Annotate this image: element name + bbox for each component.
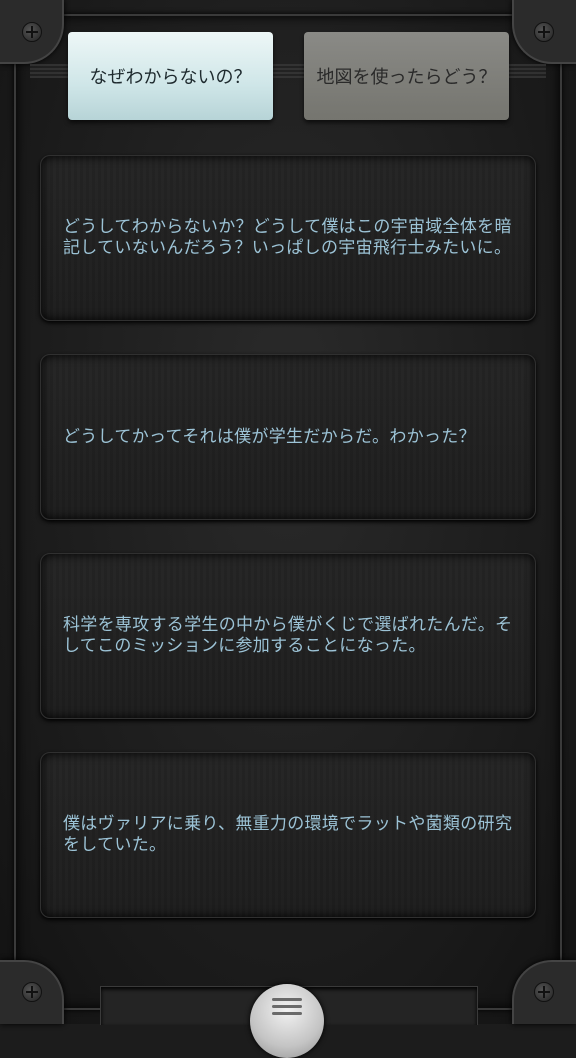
- screw-icon: [22, 982, 42, 1002]
- dialog-text: 科学を専攻する学生の中から僕がくじで選ばれたんだ。そしてこのミッションに参加する…: [63, 615, 513, 656]
- dialog-text: どうしてわからないか？どうして僕はこの宇宙域全体を暗記していないんだろう？いっぱ…: [63, 217, 512, 258]
- dialog-text: 僕はヴァリアに乗り、無重力の環境でラットや菌類の研究をしていた。: [63, 814, 513, 855]
- dialog-panel: 科学を専攻する学生の中から僕がくじで選ばれたんだ。そしてこのミッションに参加する…: [40, 553, 536, 719]
- screw-icon: [534, 982, 554, 1002]
- hamburger-icon: [272, 998, 302, 1001]
- screw-icon: [22, 22, 42, 42]
- dialog-panel: 僕はヴァリアに乗り、無重力の環境でラットや菌類の研究をしていた。: [40, 752, 536, 918]
- dialog-text: どうしてかってそれは僕が学生だからだ。わかった？: [63, 426, 476, 447]
- screw-icon: [534, 22, 554, 42]
- dialog-panel: どうしてかってそれは僕が学生だからだ。わかった？: [40, 354, 536, 520]
- choice-button-use-map[interactable]: 地図を使ったらどう？: [304, 32, 509, 120]
- menu-button[interactable]: [250, 984, 324, 1058]
- hamburger-icon: [272, 1012, 302, 1015]
- dialog-panel: どうしてわからないか？どうして僕はこの宇宙域全体を暗記していないんだろう？いっぱ…: [40, 155, 536, 321]
- hamburger-icon: [272, 1005, 302, 1008]
- choice-button-why-dont-know[interactable]: なぜわからないの？: [68, 32, 273, 120]
